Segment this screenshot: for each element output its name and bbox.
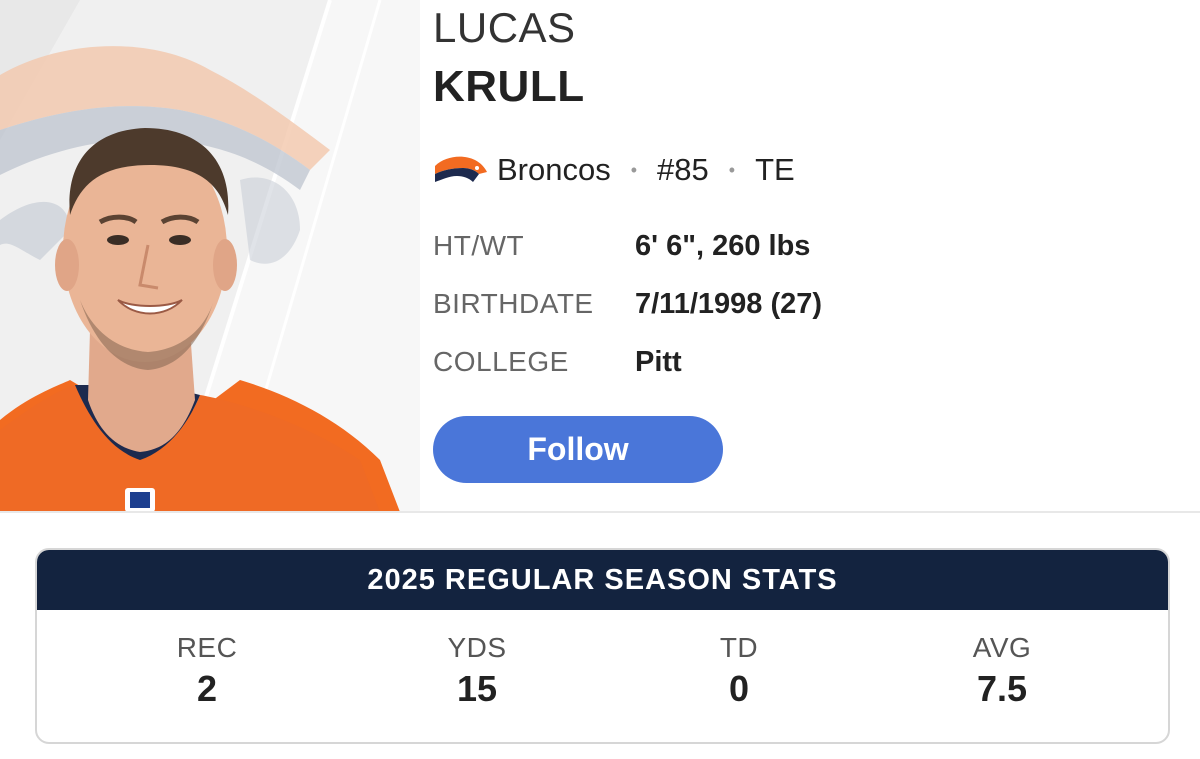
team-row: Broncos • #85 • TE: [433, 150, 795, 190]
stat-value: 0: [728, 668, 750, 709]
stat-touchdowns: TD 0: [639, 610, 839, 710]
stats-title: 2025 REGULAR SEASON STATS: [37, 550, 1168, 610]
stat-value: 7.5: [976, 668, 1028, 709]
bio-row-height-weight: HT/WT 6' 6", 260 lbs: [433, 226, 810, 266]
stat-yards: YDS 15: [377, 610, 577, 710]
season-stats-card: 2025 REGULAR SEASON STATS REC 2 YDS 15 T…: [35, 548, 1170, 744]
section-divider: [0, 511, 1200, 513]
separator-dot: •: [630, 159, 638, 180]
stat-label: YDS: [447, 632, 507, 663]
team-name[interactable]: Broncos: [497, 152, 611, 188]
stat-label: REC: [176, 632, 238, 663]
bio-label: BIRTHDATE: [433, 288, 594, 319]
bio-value: 7/11/1998 (27): [635, 287, 823, 320]
player-photo-area: [0, 0, 420, 512]
bio-value: 6' 6", 260 lbs: [635, 229, 811, 262]
broncos-logo-icon: [435, 156, 487, 182]
bio-row-birthdate: BIRTHDATE 7/11/1998 (27): [433, 284, 822, 324]
player-last-name: KRULL: [433, 62, 585, 111]
follow-button[interactable]: Follow: [433, 416, 723, 483]
stat-value: 15: [456, 668, 498, 709]
bio-label: COLLEGE: [433, 346, 569, 377]
player-headshot: [0, 0, 420, 512]
stat-average: AVG 7.5: [902, 610, 1102, 710]
bio-row-college: COLLEGE Pitt: [433, 342, 682, 382]
stats-body: REC 2 YDS 15 TD 0 AVG 7.5: [37, 610, 1168, 742]
bio-label: HT/WT: [433, 230, 525, 261]
bio-value: Pitt: [635, 345, 682, 378]
player-first-name: LUCAS: [433, 4, 576, 51]
player-position: TE: [755, 152, 795, 187]
stat-label: TD: [719, 632, 759, 663]
stat-value: 2: [196, 668, 218, 709]
jersey-number: #85: [657, 152, 709, 187]
separator-dot: •: [728, 159, 736, 180]
stat-receptions: REC 2: [107, 610, 307, 710]
stat-label: AVG: [972, 632, 1032, 663]
